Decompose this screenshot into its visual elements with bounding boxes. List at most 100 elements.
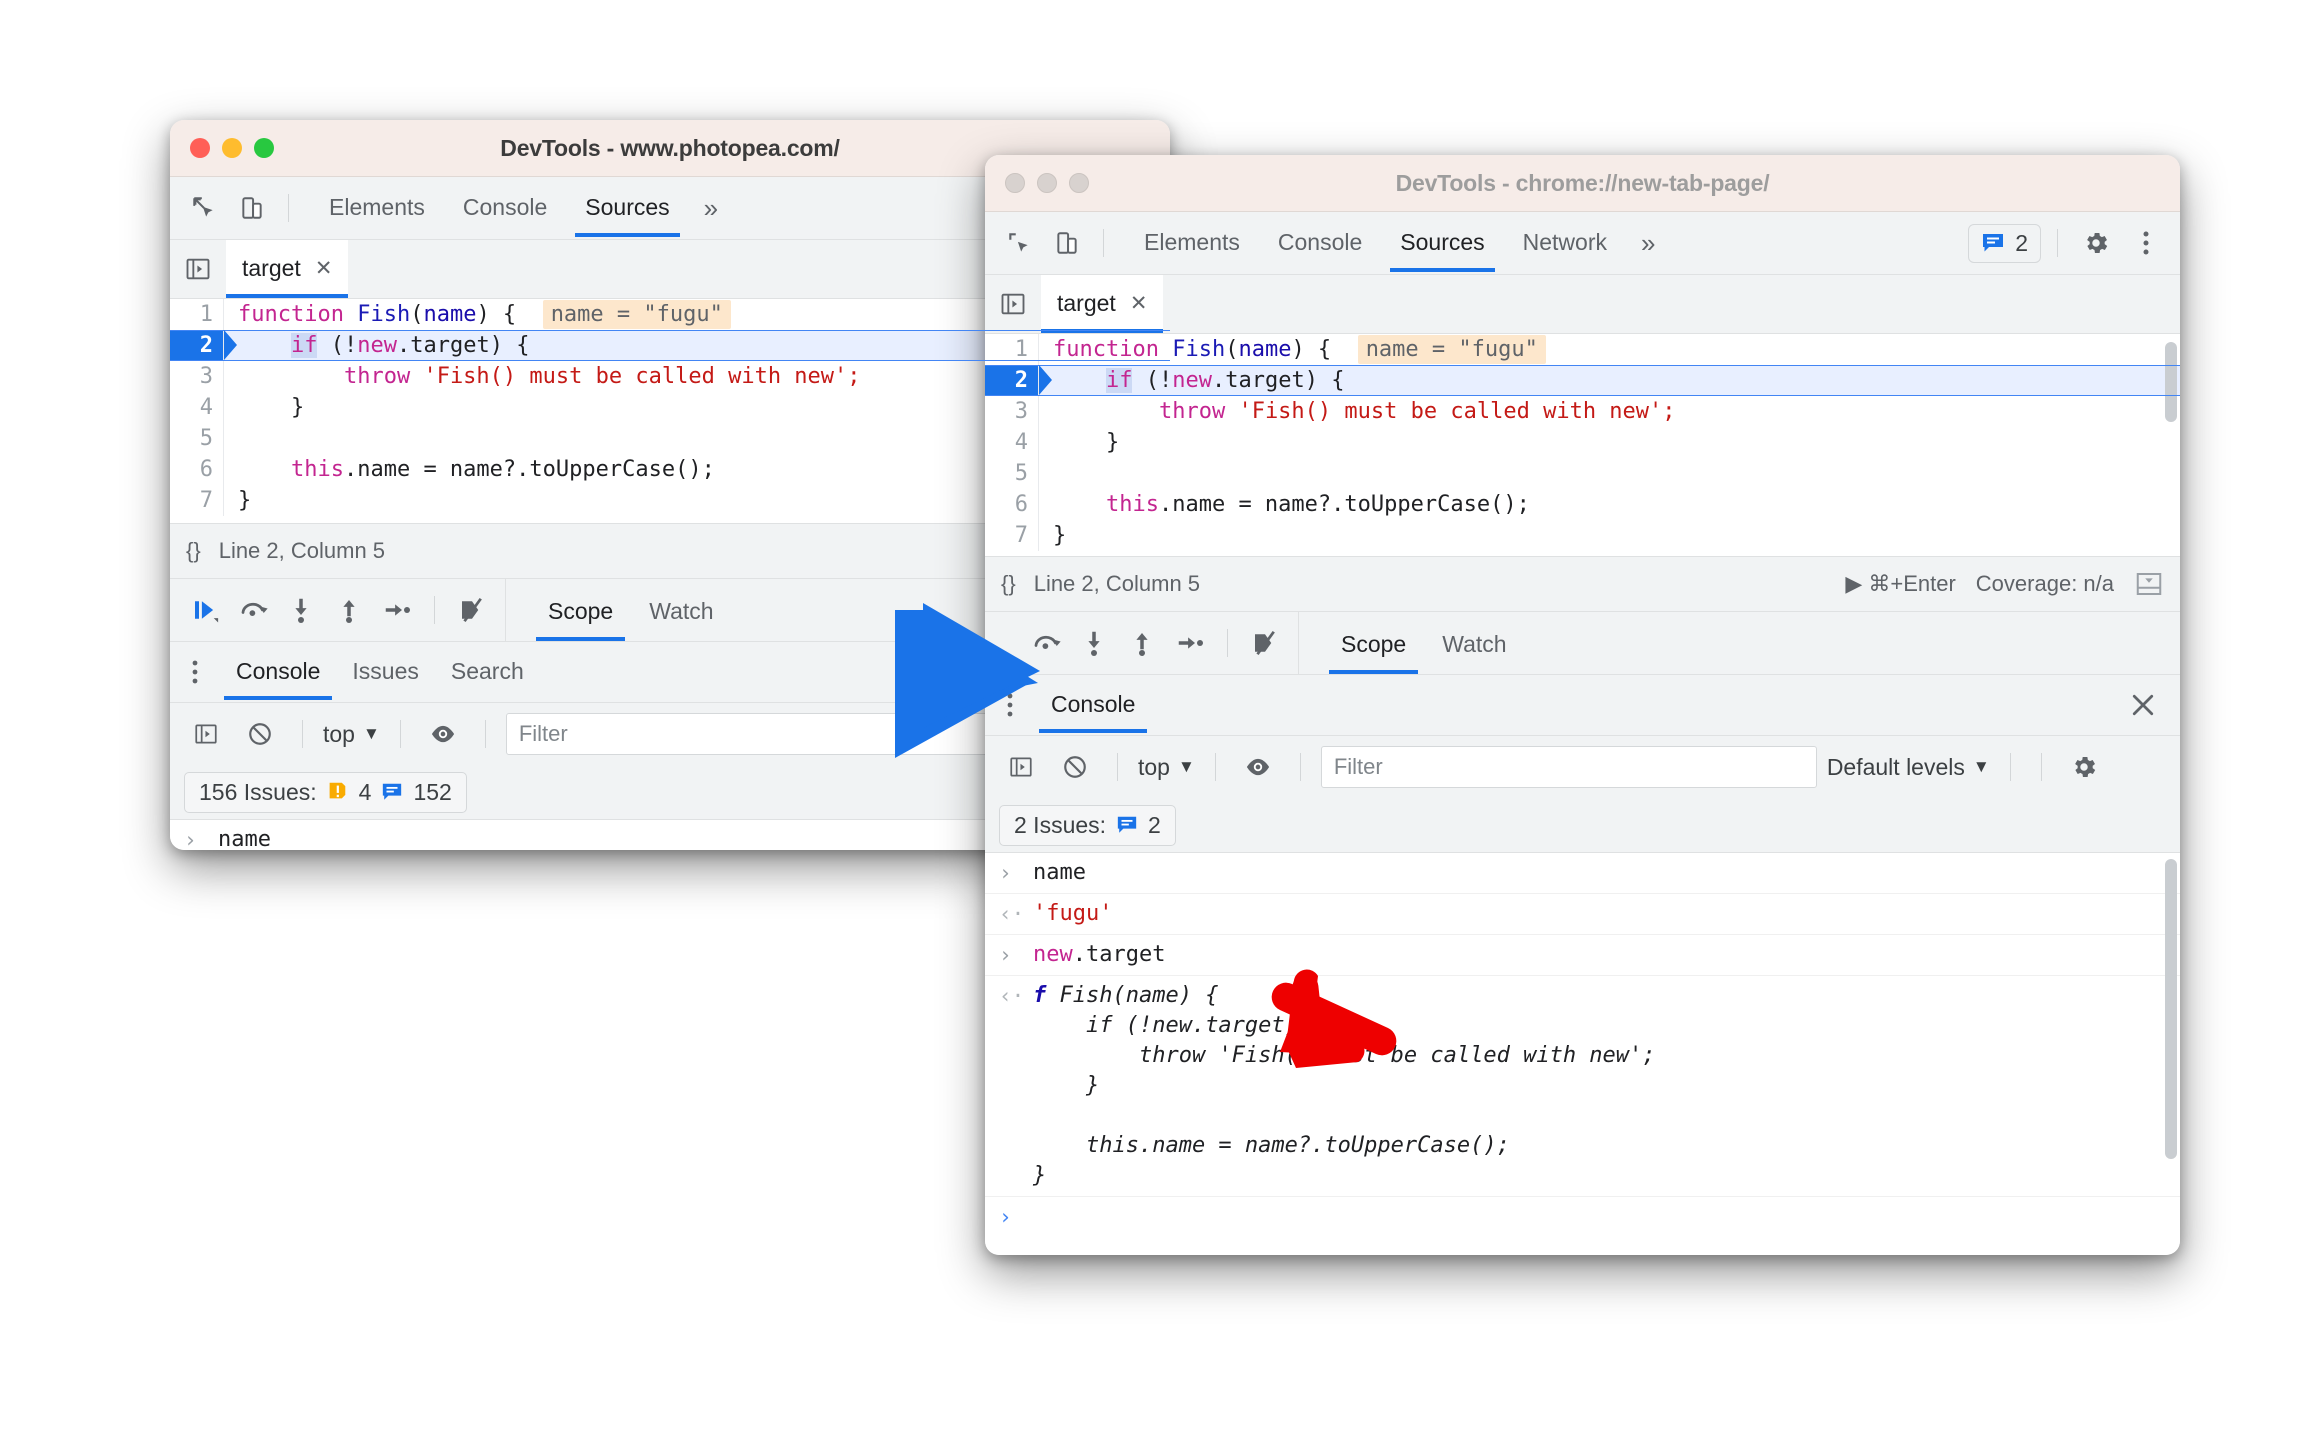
tab-scope[interactable]: Scope bbox=[530, 584, 631, 641]
step-icon[interactable] bbox=[1175, 628, 1205, 658]
close-icon[interactable]: ✕ bbox=[1130, 291, 1148, 316]
line-number[interactable]: 3 bbox=[170, 361, 224, 392]
tab-network[interactable]: Network bbox=[1505, 215, 1625, 272]
right-console-output[interactable]: › name ‹· 'fugu' › new.target ‹· f Fish(name) {… bbox=[985, 853, 2180, 1255]
issues-summary-pill[interactable]: 156 Issues: 4 152 bbox=[184, 771, 467, 813]
gear-icon[interactable] bbox=[2062, 745, 2106, 789]
gear-icon[interactable] bbox=[2074, 221, 2118, 265]
line-number[interactable]: 7 bbox=[985, 520, 1039, 551]
step-out-icon[interactable] bbox=[1127, 628, 1157, 658]
step-into-icon[interactable] bbox=[286, 595, 316, 625]
console-row[interactable]: › new.target bbox=[985, 935, 2180, 976]
left-traffic-lights[interactable] bbox=[170, 138, 274, 158]
drawer-menu-icon[interactable] bbox=[170, 659, 220, 685]
clear-console-icon[interactable] bbox=[1053, 745, 1097, 789]
kebab-menu-icon[interactable] bbox=[2124, 221, 2168, 265]
live-expression-icon[interactable] bbox=[1236, 745, 1280, 789]
line-number[interactable]: 7 bbox=[170, 485, 224, 516]
log-levels-selector[interactable]: Default levels ▼ bbox=[1827, 754, 1990, 781]
step-into-icon[interactable] bbox=[1079, 628, 1109, 658]
code-line[interactable]: 3 throw 'Fish() must be called with new'… bbox=[985, 396, 2180, 427]
code-line[interactable]: 5 bbox=[985, 458, 2180, 489]
right-traffic-lights[interactable] bbox=[985, 173, 1089, 193]
right-drawer-tabrow: Console bbox=[985, 675, 2180, 736]
inspect-element-icon[interactable] bbox=[182, 186, 226, 230]
device-toolbar-icon[interactable] bbox=[1045, 221, 1089, 265]
step-over-icon[interactable] bbox=[238, 595, 268, 625]
minimize-window-button[interactable] bbox=[1037, 173, 1057, 193]
close-window-button[interactable] bbox=[190, 138, 210, 158]
console-scrollbar[interactable] bbox=[2165, 859, 2177, 1159]
line-number[interactable]: 1 bbox=[170, 299, 224, 330]
resume-script-icon[interactable] bbox=[190, 595, 220, 625]
close-icon[interactable]: ✕ bbox=[315, 256, 333, 281]
source-tab-target[interactable]: target ✕ bbox=[1041, 275, 1164, 333]
step-icon[interactable] bbox=[382, 595, 412, 625]
line-number[interactable]: 6 bbox=[170, 454, 224, 485]
drawer-tab-console[interactable]: Console bbox=[1035, 677, 1151, 733]
right-code-editor[interactable]: 1 function Fish(name) { name = "fugu" 2 if… bbox=[985, 334, 2180, 556]
line-number[interactable]: 2 bbox=[170, 330, 224, 361]
code-line[interactable]: 2 if (!new.target) { bbox=[985, 365, 2180, 396]
line-number[interactable]: 2 bbox=[985, 365, 1039, 396]
console-row[interactable]: › name bbox=[985, 853, 2180, 894]
maximize-window-button[interactable] bbox=[1069, 173, 1089, 193]
more-tabs-chevron-icon[interactable]: » bbox=[1627, 228, 1665, 259]
device-toolbar-icon[interactable] bbox=[230, 186, 274, 230]
drawer-tab-console[interactable]: Console bbox=[220, 644, 336, 700]
console-row[interactable]: ‹· 'fugu' bbox=[985, 894, 2180, 935]
issue-count-badge[interactable]: 2 bbox=[1968, 223, 2041, 263]
tab-console[interactable]: Console bbox=[1260, 215, 1380, 272]
devtools-window-right[interactable]: DevTools - chrome://new-tab-page/ Elemen… bbox=[985, 155, 2180, 1255]
line-number[interactable]: 5 bbox=[985, 458, 1039, 489]
tab-watch[interactable]: Watch bbox=[1424, 617, 1524, 674]
drawer-tab-search[interactable]: Search bbox=[435, 644, 540, 700]
line-number[interactable]: 5 bbox=[170, 423, 224, 454]
context-selector[interactable]: top ▼ bbox=[1138, 754, 1195, 781]
minimize-window-button[interactable] bbox=[222, 138, 242, 158]
deactivate-breakpoints-icon[interactable] bbox=[1250, 628, 1280, 658]
tab-scope[interactable]: Scope bbox=[1323, 617, 1424, 674]
pretty-print-icon[interactable]: {} bbox=[1001, 571, 1016, 597]
code-line[interactable]: 6 this.name = name?.toUpperCase(); bbox=[985, 489, 2180, 520]
maximize-window-button[interactable] bbox=[254, 138, 274, 158]
context-selector[interactable]: top ▼ bbox=[323, 721, 380, 748]
code-line[interactable]: 7} bbox=[985, 520, 2180, 551]
show-navigator-icon[interactable] bbox=[170, 255, 226, 283]
line-number[interactable]: 4 bbox=[985, 427, 1039, 458]
pretty-print-icon[interactable]: {} bbox=[186, 538, 201, 564]
console-row[interactable]: ‹· f Fish(name) { if (!new.target) { thro… bbox=[985, 976, 2180, 1197]
left-panel-tabs[interactable]: Elements Console Sources » bbox=[311, 180, 728, 237]
show-drawer-icon[interactable] bbox=[2134, 569, 2164, 599]
line-number[interactable]: 4 bbox=[170, 392, 224, 423]
right-code-lines[interactable]: 1 function Fish(name) { name = "fugu" 2 if… bbox=[985, 334, 2180, 556]
live-expression-icon[interactable] bbox=[421, 712, 465, 756]
editor-scrollbar[interactable] bbox=[2165, 342, 2177, 422]
drawer-tab-issues[interactable]: Issues bbox=[336, 644, 434, 700]
left-debug-icons[interactable] bbox=[170, 579, 487, 641]
run-snippet-control[interactable]: ▶ ⌘+Enter bbox=[1845, 571, 1955, 597]
issues-summary-pill[interactable]: 2 Issues: 2 bbox=[999, 804, 1176, 846]
right-side-tabs[interactable]: Scope Watch bbox=[1298, 612, 2180, 674]
tab-elements[interactable]: Elements bbox=[311, 180, 443, 237]
tab-console[interactable]: Console bbox=[445, 180, 565, 237]
line-number[interactable]: 3 bbox=[985, 396, 1039, 427]
close-drawer-icon[interactable] bbox=[2128, 690, 2180, 720]
source-tab-target[interactable]: target ✕ bbox=[226, 240, 349, 298]
console-sidebar-icon[interactable] bbox=[184, 712, 228, 756]
more-tabs-chevron-icon[interactable]: » bbox=[690, 193, 728, 224]
tab-sources[interactable]: Sources bbox=[567, 180, 687, 237]
clear-console-icon[interactable] bbox=[238, 712, 282, 756]
show-navigator-icon[interactable] bbox=[985, 290, 1041, 318]
code-line[interactable]: 4 } bbox=[985, 427, 2180, 458]
tab-elements[interactable]: Elements bbox=[1126, 215, 1258, 272]
console-prompt[interactable]: › bbox=[985, 1197, 2180, 1237]
filter-input[interactable]: Filter bbox=[1320, 746, 1817, 788]
tab-sources[interactable]: Sources bbox=[1382, 215, 1502, 272]
right-panel-tabs[interactable]: Elements Console Sources Network » bbox=[1126, 215, 1665, 272]
deactivate-breakpoints-icon[interactable] bbox=[457, 595, 487, 625]
line-number[interactable]: 6 bbox=[985, 489, 1039, 520]
step-out-icon[interactable] bbox=[334, 595, 364, 625]
inspect-element-icon[interactable] bbox=[997, 221, 1041, 265]
close-window-button[interactable] bbox=[1005, 173, 1025, 193]
